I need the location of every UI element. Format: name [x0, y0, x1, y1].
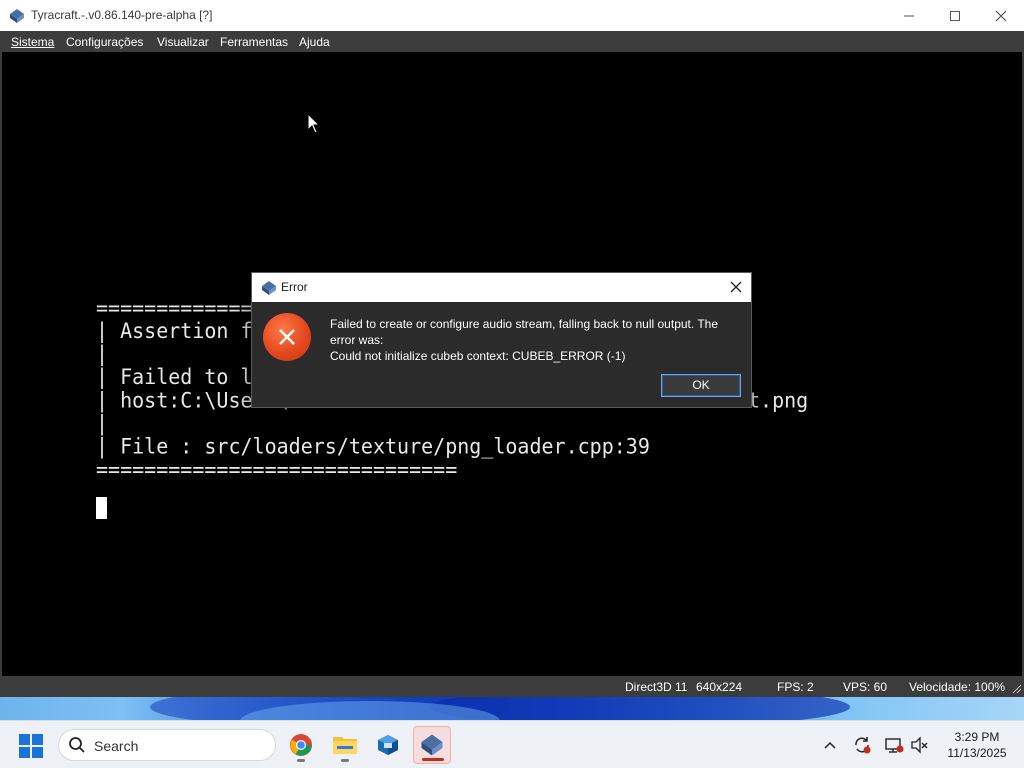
chevron-up-icon: [824, 741, 836, 749]
network-monitor-icon: [885, 738, 904, 753]
menu-visualizar-label: Visualizar: [157, 35, 209, 49]
menu-sistema-label: Sistema: [11, 35, 55, 49]
tray-volume[interactable]: [910, 735, 930, 755]
taskbar-search-box[interactable]: Search: [58, 729, 276, 761]
file-explorer-icon: [333, 737, 357, 754]
dialog-message-line: error was:: [330, 333, 384, 347]
menu-visualizar[interactable]: Visualizar: [157, 35, 209, 49]
tyracraft-app-icon: [10, 9, 24, 23]
minimize-icon: [904, 15, 914, 16]
close-button[interactable]: [978, 0, 1024, 31]
menu-ferramentas-label: Ferramentas: [220, 35, 289, 49]
dialog-close-button[interactable]: [727, 278, 745, 296]
clock-date: 11/13/2025: [947, 746, 1007, 760]
taskbar: Search 3:29 PM 11/13/2025: [0, 720, 1024, 768]
maximize-icon: [950, 10, 960, 21]
console-line: |: [96, 410, 109, 436]
console-line: ==============================: [96, 456, 458, 482]
volume-muted-icon: [911, 736, 928, 754]
search-label: Search: [94, 738, 139, 754]
window-title: Tyracraft.-.v0.86.140-pre-alpha [?]: [31, 8, 213, 22]
dialog-message-line: Failed to create or configure audio stre…: [330, 317, 719, 331]
running-indicator: [341, 759, 349, 762]
taskbar-app-tyracraft[interactable]: [413, 726, 451, 764]
taskbar-app-chrome[interactable]: [282, 726, 320, 764]
menu-ferramentas[interactable]: Ferramentas: [220, 35, 288, 49]
running-indicator: [297, 759, 305, 762]
taskbar-app-file-explorer[interactable]: [326, 726, 364, 764]
resize-grip-icon[interactable]: [1010, 682, 1022, 694]
desktop-wallpaper: [0, 697, 1024, 720]
menu-bar: Sistema Configurações Visualizar Ferrame…: [0, 31, 1024, 52]
window-titlebar[interactable]: Tyracraft.-.v0.86.140-pre-alpha [?]: [0, 0, 1024, 31]
console-line: |: [96, 341, 109, 367]
menu-ajuda[interactable]: Ajuda: [299, 35, 330, 49]
minimize-button[interactable]: [886, 0, 932, 31]
tray-sync[interactable]: [852, 735, 872, 755]
error-dialog: Error Failed to create or configure audi…: [251, 272, 752, 408]
chrome-icon: [290, 734, 312, 756]
status-fps: FPS: 2: [777, 680, 814, 694]
console-line: | File : src/loaders/texture/png_loader.…: [96, 433, 650, 459]
virtualbox-icon: [378, 735, 398, 755]
status-vps: VPS: 60: [843, 680, 888, 694]
close-icon: [995, 10, 1007, 21]
tyracraft-app-icon: [262, 281, 276, 295]
status-bar: Direct3D 11 640x224 FPS: 2 VPS: 60 Veloc…: [0, 676, 1024, 697]
menu-configuracoes[interactable]: Configurações: [66, 35, 143, 49]
console-text-cursor: [96, 497, 107, 519]
search-icon: [69, 737, 85, 753]
clock-time: 3:29 PM: [954, 730, 1000, 744]
maximize-button[interactable]: [932, 0, 978, 31]
close-icon: [730, 281, 742, 293]
taskbar-clock[interactable]: 3:29 PM 11/13/2025: [942, 729, 1012, 761]
console-path-suffix: t.png: [748, 387, 809, 413]
dialog-title: Error: [281, 280, 308, 294]
error-icon: [263, 313, 311, 361]
tray-network[interactable]: [884, 735, 904, 755]
menu-configuracoes-label: Configurações: [66, 35, 144, 49]
ok-button[interactable]: OK: [661, 374, 741, 397]
taskbar-app-virtualbox[interactable]: [369, 726, 407, 764]
tyracraft-icon: [421, 734, 443, 756]
status-resolution: 640x224: [696, 680, 743, 694]
mouse-pointer-icon: [307, 113, 321, 134]
dialog-message: Failed to create or configure audio stre…: [330, 316, 740, 364]
active-indicator: [422, 758, 444, 761]
windows-start-icon[interactable]: [18, 733, 44, 759]
dialog-titlebar[interactable]: Error: [252, 273, 751, 302]
dialog-message-line: Could not initialize cubeb context: CUBE…: [330, 349, 626, 363]
menu-ajuda-label: Ajuda: [299, 35, 330, 49]
status-renderer: Direct3D 11: [625, 680, 688, 694]
sync-icon: [855, 737, 871, 754]
menu-sistema[interactable]: Sistema: [11, 35, 54, 49]
tray-overflow-chevron[interactable]: [820, 735, 840, 755]
status-speed: Velocidade: 100%: [909, 680, 1006, 694]
